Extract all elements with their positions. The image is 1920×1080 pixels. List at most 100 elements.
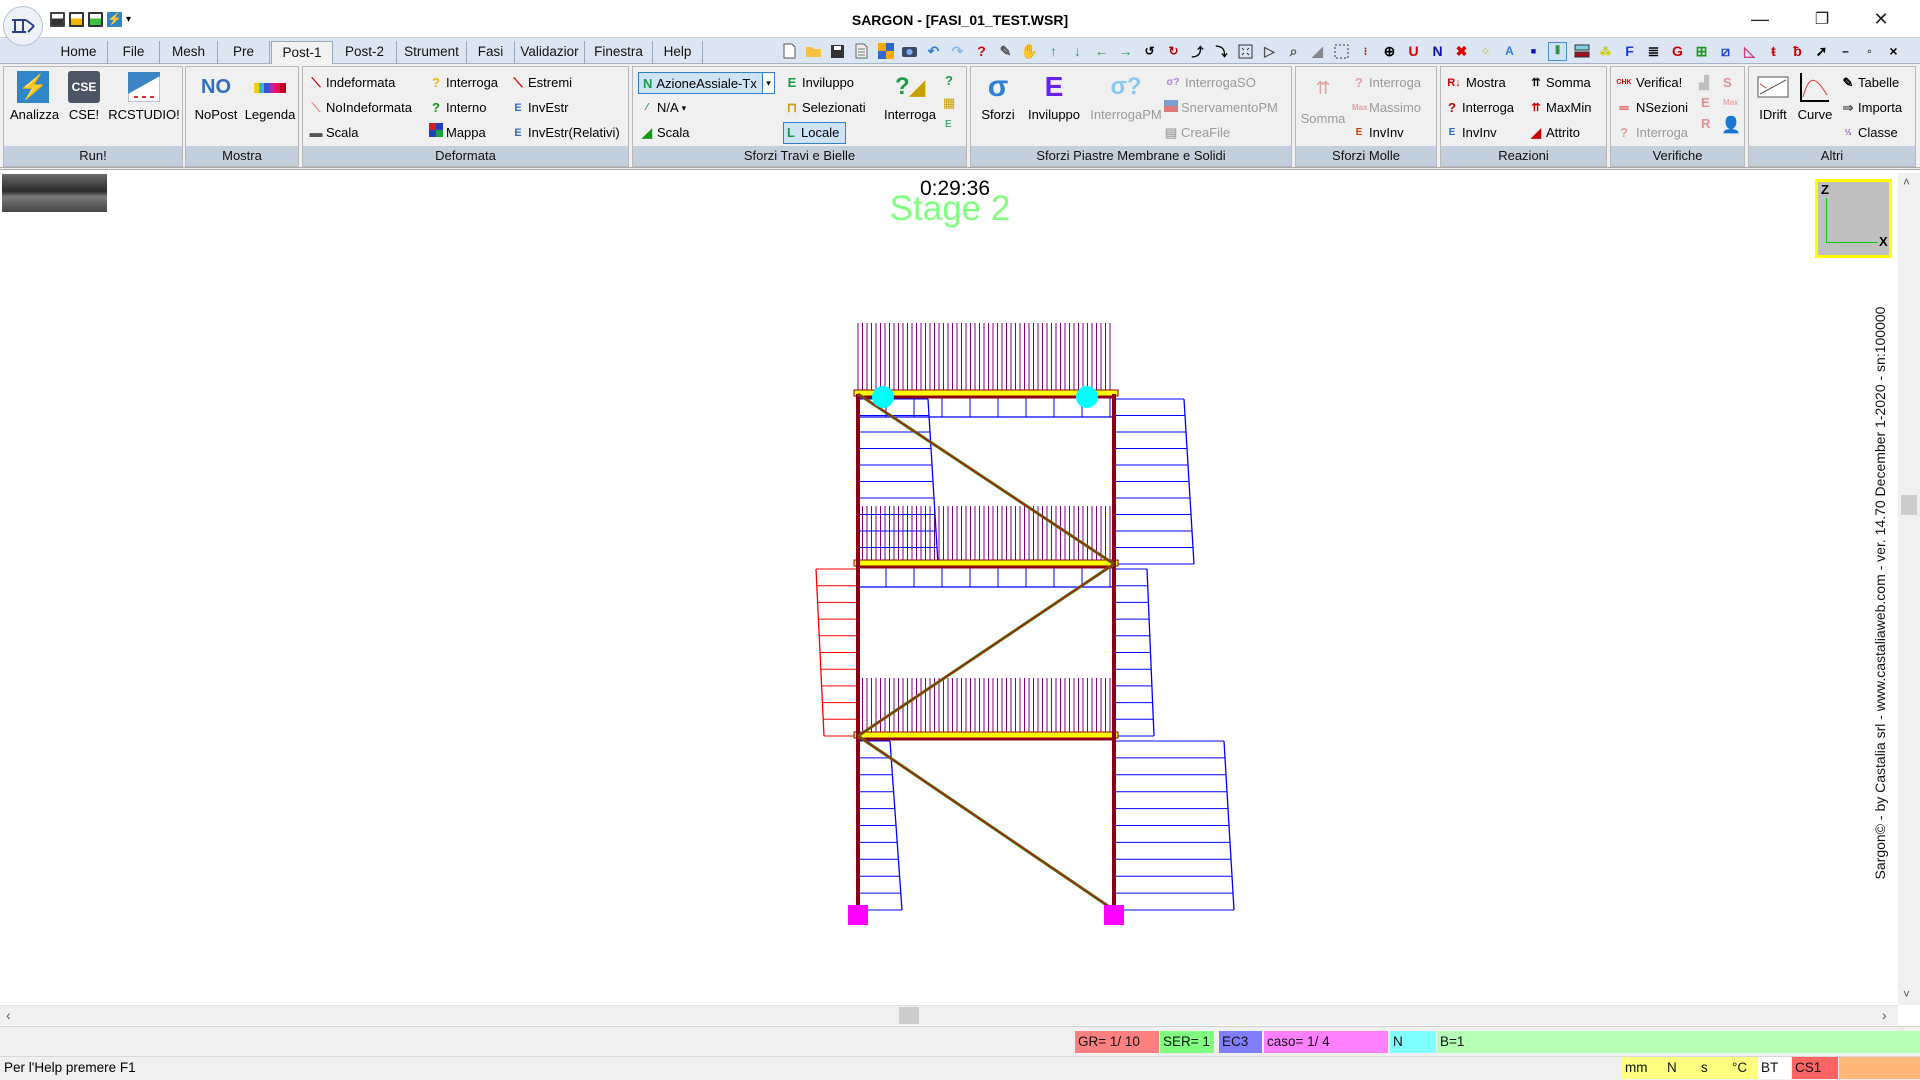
tab-fasi[interactable]: Fasi [467, 41, 515, 64]
horizontal-scroll-thumb[interactable] [899, 1007, 919, 1024]
interroga-reazioni-button[interactable]: ? Interroga [1445, 98, 1514, 118]
section-icon[interactable]: ◢ [1308, 42, 1327, 61]
estremi-button[interactable]: ⟍ Estremi [511, 73, 572, 93]
curve-button[interactable]: Curve [1793, 71, 1837, 122]
axis-icon[interactable]: ⊕ [1380, 42, 1399, 61]
nodes-icon[interactable]: ⁝ [1356, 42, 1375, 61]
noindeformata-button[interactable]: ⟍ NoIndeformata [309, 98, 412, 118]
unit-temperature[interactable]: °C [1724, 1057, 1757, 1079]
app-menu-button[interactable] [3, 6, 43, 46]
rcstudio-button[interactable]: RCSTUDIO! [108, 71, 180, 122]
tab-post-1[interactable]: Post-1 [271, 41, 333, 65]
scala-sforzi-button[interactable]: ◢ Scala [640, 123, 690, 143]
maxmin-button[interactable]: ⇈ MaxMin [1529, 98, 1591, 118]
tab-home[interactable]: Home [50, 41, 108, 64]
arrow-up-icon[interactable]: ↑ [1044, 42, 1063, 61]
interroga-verifiche-button[interactable]: ? Interroga [1615, 123, 1688, 143]
a-icon[interactable]: A [1500, 42, 1519, 61]
creafile-button[interactable]: ▤ CreaFile [1164, 123, 1230, 143]
status-bt[interactable]: BT [1758, 1057, 1791, 1079]
mostra-reazioni-button[interactable]: R↓ Mostra [1445, 73, 1505, 93]
interroga-travi-button[interactable]: ? ◢ Interroga [880, 71, 940, 122]
snervamentopm-button[interactable]: SnervamentoPM [1164, 98, 1278, 118]
na-button[interactable]: ⁄ N/A ▾ [640, 98, 686, 118]
horizontal-scrollbar[interactable]: ‹ › [0, 1005, 1898, 1025]
mappa-button[interactable]: Mappa [429, 123, 486, 143]
inviluppo-piastre-button[interactable]: E Inviluppo [1023, 71, 1085, 122]
nsezioni-button[interactable]: ═ NSezioni [1615, 98, 1688, 118]
tab-help[interactable]: Help [653, 41, 703, 64]
scroll-right-icon[interactable]: › [1882, 1007, 1887, 1023]
interno-button[interactable]: ? Interno [429, 98, 486, 118]
scala-deformata-button[interactable]: ▬ Scala [309, 123, 359, 143]
database-icon[interactable]: ≣ [1644, 42, 1663, 61]
e-icon[interactable]: E [1701, 93, 1710, 113]
tab-mesh[interactable]: Mesh [160, 41, 218, 64]
analizza-button[interactable]: ⚡ Analizza [10, 71, 59, 122]
arrow-right-icon[interactable]: → [1116, 42, 1135, 61]
unit-time[interactable]: s [1690, 1057, 1723, 1079]
classe-button[interactable]: ⅓ Classe [1841, 123, 1898, 143]
model-viewport[interactable]: 0:29:36 Stage 2 Z X Sargon© - by Castali… [0, 173, 1898, 1005]
delete-node-icon[interactable]: ✖ [1452, 42, 1471, 61]
idrift-button[interactable]: IDrift [1753, 71, 1793, 122]
grid-icon[interactable] [876, 42, 895, 61]
scroll-up-icon[interactable]: ˄ [1903, 175, 1910, 189]
camera-icon[interactable] [900, 42, 919, 61]
nopost-button[interactable]: NO NoPost [190, 71, 242, 123]
status-cs[interactable]: CS1 [1792, 1057, 1838, 1079]
query-small-icon[interactable]: ? [945, 71, 953, 91]
frame-right-icon[interactable]: ƀ [1788, 42, 1807, 61]
attrito-button[interactable]: ◢ Attrito [1529, 123, 1580, 143]
tab-post-2[interactable]: Post-2 [333, 41, 397, 64]
query-icon[interactable]: ? [972, 42, 991, 61]
u-icon[interactable]: U [1404, 42, 1423, 61]
legenda-button[interactable]: Legenda [242, 71, 298, 122]
mdi-close-button[interactable]: × [1884, 42, 1903, 61]
n-icon[interactable]: N [1428, 42, 1447, 61]
tab-finestra[interactable]: Finestra [585, 41, 653, 64]
pencil-icon[interactable]: ✎ [996, 42, 1015, 61]
page-icon[interactable]: ◺ [1740, 42, 1759, 61]
inviluppo-travi-button[interactable]: E Inviluppo [785, 73, 854, 93]
redo-icon[interactable]: ↷ [948, 42, 967, 61]
document-icon[interactable] [852, 42, 871, 61]
invinv-molle-button[interactable]: E InvInv [1352, 123, 1404, 143]
undo-icon[interactable]: ↶ [924, 42, 943, 61]
add-icon[interactable]: ⊞ [1692, 42, 1711, 61]
beam-icon[interactable]: ⫴ [1548, 41, 1567, 61]
user-icon[interactable]: 👤 [1721, 116, 1741, 136]
rotate-up-minus-icon[interactable]: ⤵ [1212, 42, 1231, 61]
mdi-restore-button[interactable]: ▫ [1860, 42, 1879, 61]
interrogaso-button[interactable]: σ? InterrogaSO [1164, 73, 1256, 93]
sforzi-button[interactable]: σ Sforzi [975, 70, 1021, 122]
selezionati-button[interactable]: ⊓ Selezionati [785, 98, 866, 118]
tab-strumenti[interactable]: Strument [397, 41, 467, 64]
tab-validazione[interactable]: Validazior [515, 41, 585, 64]
investr-button[interactable]: E InvEstr [511, 98, 568, 118]
close-button[interactable]: ✕ [1858, 6, 1904, 32]
tab-pre[interactable]: Pre [218, 41, 270, 64]
frame-left-icon[interactable]: ŧ [1764, 42, 1783, 61]
minimize-button[interactable]: — [1737, 6, 1783, 32]
tabelle-button[interactable]: ✎ Tabelle [1841, 73, 1900, 93]
investr-relativi-button[interactable]: E InvEstr(Relativi) [511, 123, 619, 143]
node-view-icon[interactable]: ⁂ [1596, 42, 1615, 61]
massimo-button[interactable]: Max Massimo [1352, 98, 1421, 118]
mdi-minimize-button[interactable]: – [1836, 42, 1855, 61]
somma-molle-button[interactable]: ⇈ Somma [1300, 69, 1346, 127]
rotate-up-plus-icon[interactable]: ⤴ [1188, 42, 1207, 61]
somma-reazioni-button[interactable]: ⇈ Somma [1529, 73, 1590, 93]
structure-drawing[interactable] [0, 173, 1898, 1005]
invinv-reazioni-button[interactable]: E InvInv [1445, 123, 1497, 143]
select-rect-icon[interactable] [1332, 42, 1351, 61]
edit-icon[interactable]: ⧄ [1716, 42, 1735, 61]
unit-length[interactable]: mm [1622, 1057, 1655, 1079]
beam-small-icon[interactable]: ▦ [943, 93, 955, 113]
pointer-help-icon[interactable]: ➚ [1812, 42, 1831, 61]
interrogapm-button[interactable]: σ? InterrogaPM [1085, 71, 1167, 122]
f-icon[interactable]: F [1620, 42, 1639, 61]
points-icon[interactable]: ⁘ [1476, 42, 1495, 61]
new-icon[interactable] [780, 42, 799, 61]
locale-button[interactable]: L Locale [783, 122, 847, 144]
